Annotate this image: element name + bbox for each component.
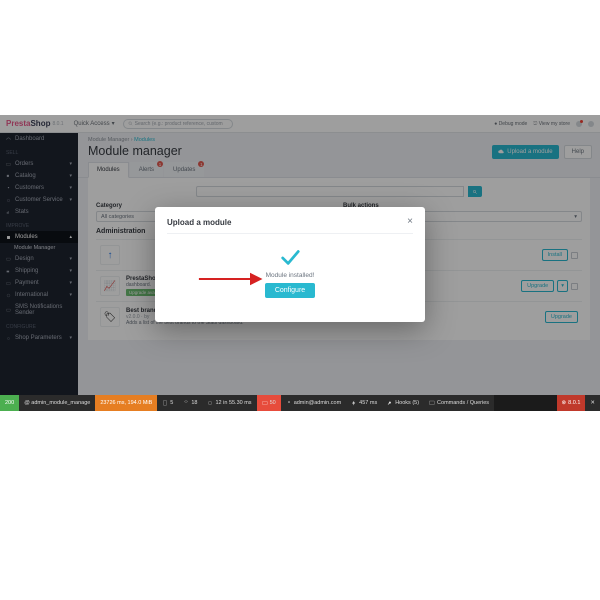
status-cmds[interactable]: Commands / Queries [424,395,494,411]
status-user[interactable]: admin@admin.com [281,395,346,411]
status-sf-version[interactable]: ⊗ 8.0.1 [557,395,586,411]
status-forms[interactable]: 5 [157,395,178,411]
status-db[interactable]: 18 [178,395,202,411]
terminal-icon [429,400,435,406]
status-route[interactable]: @ admin_module_manage [19,395,95,411]
status-hooks[interactable]: Hooks (5) [382,395,424,411]
modal-message: Module installed! [266,272,315,279]
configure-button[interactable]: Configure [265,283,315,298]
debug-toolbar: 200 @ admin_module_manage 23726 ms, 194.… [0,395,600,411]
close-icon[interactable]: × [407,217,413,227]
clock-icon [207,400,213,406]
user-icon [286,400,292,406]
status-cache[interactable]: 457 ms [346,395,382,411]
status-time[interactable]: 12 in 55.30 ms [202,395,256,411]
upload-modal: Upload a module × Module installed! Conf… [155,207,425,322]
clipboard-icon [162,400,168,406]
bolt-icon [351,400,357,406]
database-icon [183,400,189,406]
status-timing[interactable]: 23726 ms, 194.0 MiB [95,395,157,411]
mail-icon [262,400,268,406]
close-toolbar-icon[interactable]: ✕ [585,395,600,411]
wrench-icon [387,400,393,406]
modal-title: Upload a module [167,218,231,227]
status-mail[interactable]: 50 [257,395,281,411]
check-icon [279,246,301,268]
status-code[interactable]: 200 [0,395,19,411]
